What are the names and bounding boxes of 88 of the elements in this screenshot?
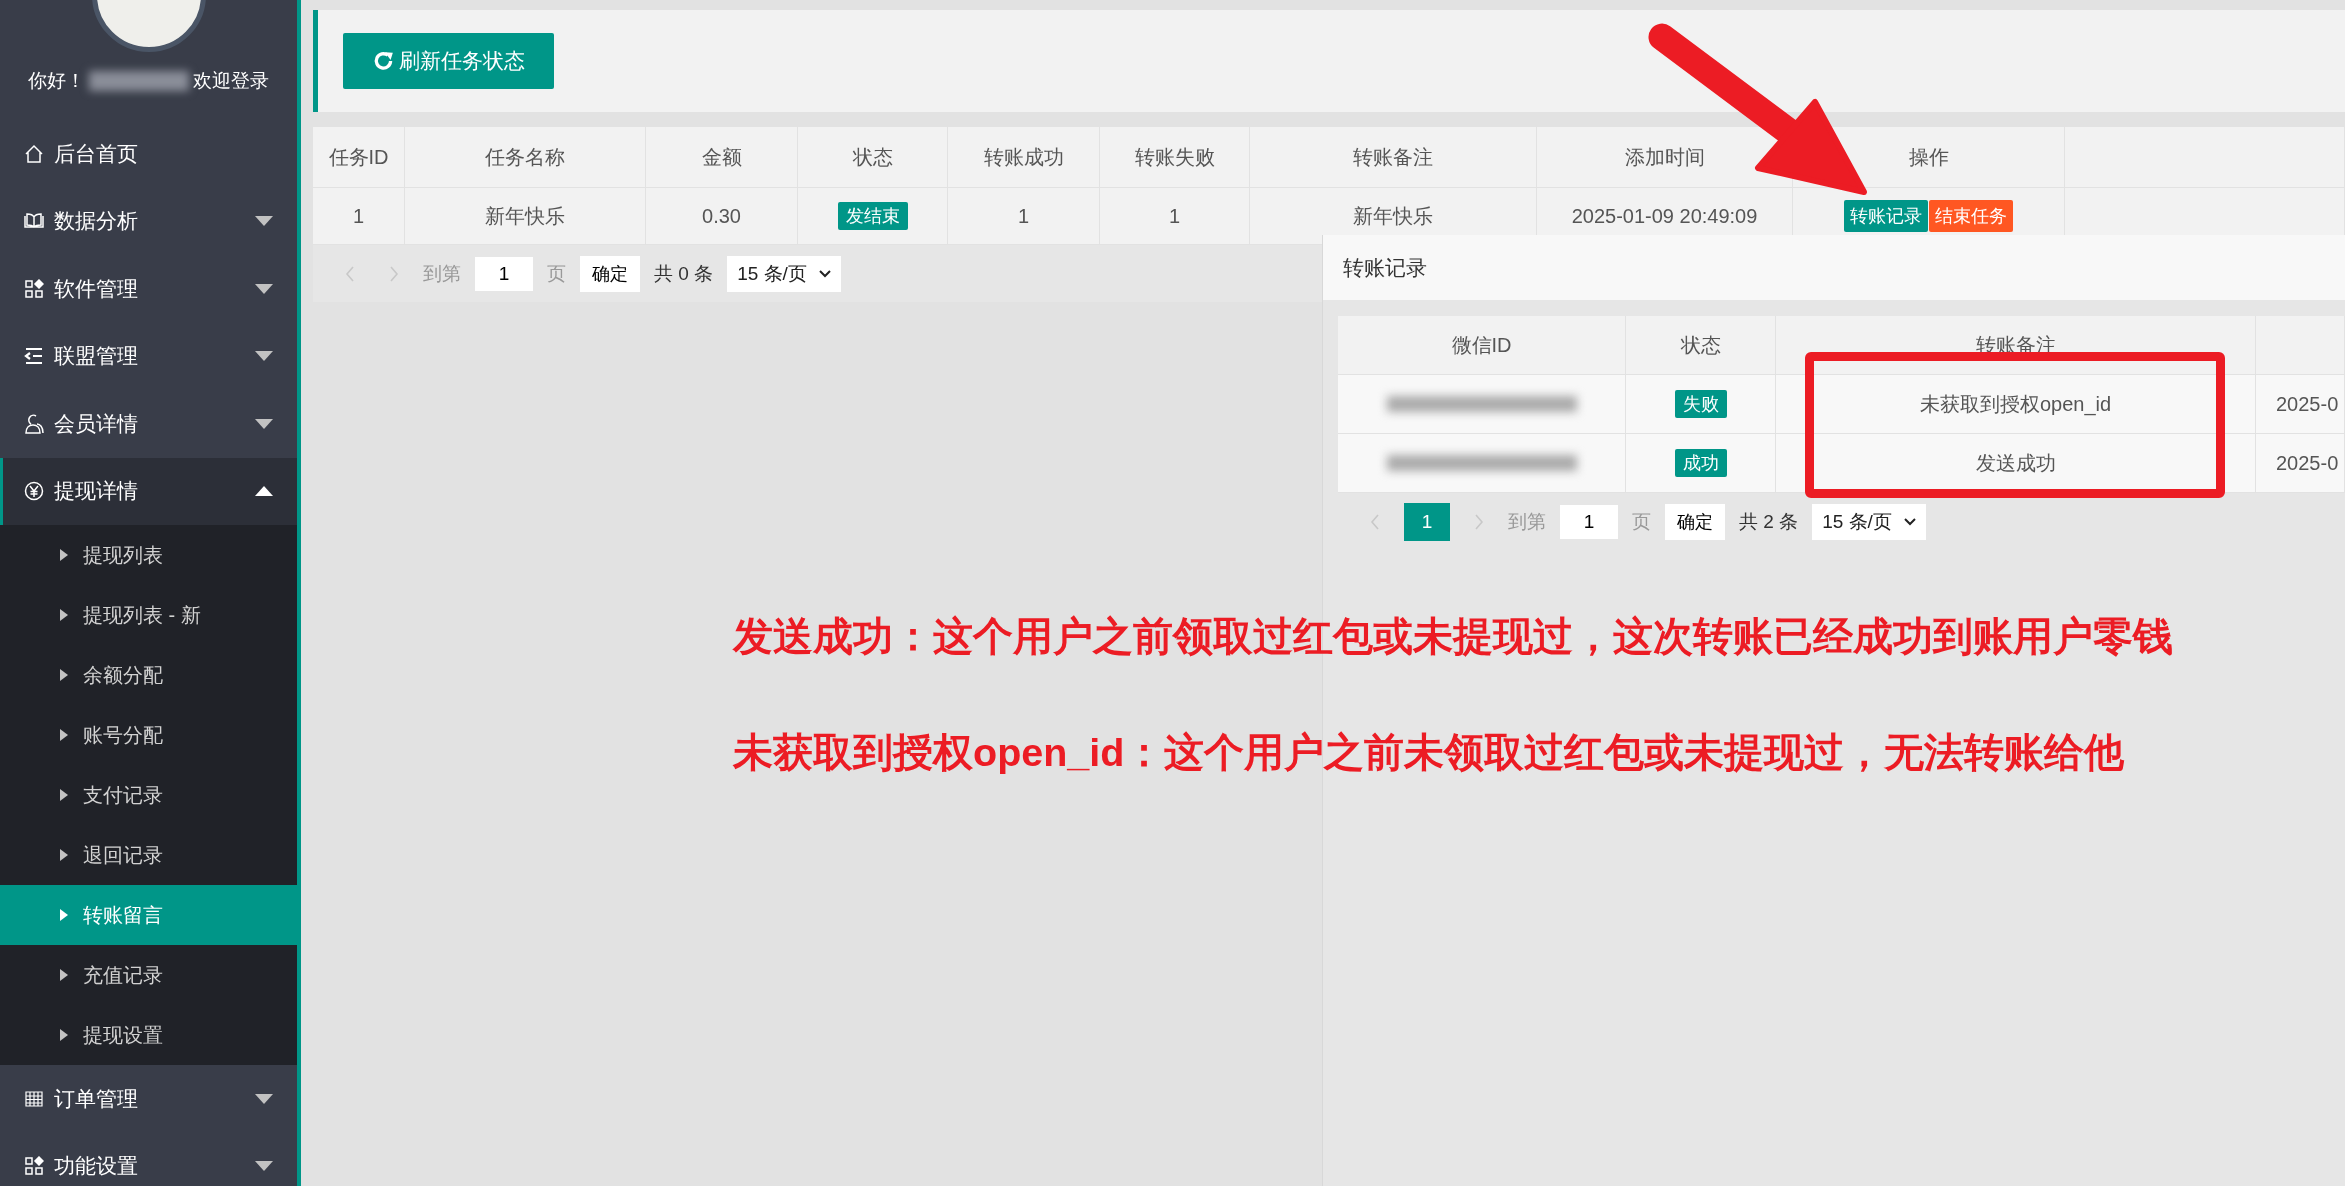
submenu-item[interactable]: 支付记录 — [0, 765, 297, 825]
submenu-item[interactable]: 提现列表 — [0, 525, 297, 585]
submenu-item[interactable]: 转账留言 — [0, 885, 297, 945]
dialog-title: 转账记录 — [1323, 235, 2345, 300]
table-cell: 1 — [1100, 188, 1250, 244]
sidebar-menu-item[interactable]: 软件管理 — [0, 255, 297, 323]
caret-down-icon — [255, 1093, 273, 1104]
sidebar-menu-item[interactable]: 功能设置 — [0, 1132, 297, 1186]
refresh-icon — [372, 50, 395, 72]
table-cell: 2025-0 — [2256, 375, 2345, 433]
status-badge: 成功 — [1674, 449, 1727, 477]
triangle-right-icon — [60, 849, 68, 861]
page-unit-label: 页 — [547, 261, 566, 286]
page-size-select[interactable]: 15 条/页 — [727, 255, 841, 292]
column-header: 任务名称 — [405, 127, 646, 187]
caret-down-icon — [255, 283, 273, 294]
annotation-text: 发送成功：这个用户之前领取过红包或未提现过，这次转账已经成功到账用户零钱 — [733, 613, 2173, 660]
caret-icon — [818, 269, 831, 278]
caret-down-icon — [255, 351, 273, 362]
chevron-left-icon[interactable] — [345, 265, 355, 282]
goto-label: 到第 — [1508, 509, 1546, 534]
caret-icon — [1903, 517, 1916, 526]
triangle-right-icon — [60, 789, 68, 801]
page-button[interactable]: 1 — [1404, 502, 1450, 541]
column-header: 转账备注 — [1250, 127, 1537, 187]
page-input[interactable]: 1 — [1560, 504, 1618, 539]
table-cell: 2025-0 — [2256, 434, 2345, 492]
column-header: 转账失败 — [1100, 127, 1250, 187]
welcome-text: 欢迎登录 — [193, 69, 269, 93]
page-unit-label: 页 — [1632, 509, 1651, 534]
yen-icon — [24, 481, 44, 502]
status-badge: 发结束 — [837, 202, 908, 230]
apps-icon — [24, 278, 44, 299]
sidebar-menu-item[interactable]: 联盟管理 — [0, 322, 297, 390]
page-input[interactable]: 1 — [475, 256, 533, 291]
chevron-left-icon[interactable] — [1370, 513, 1380, 530]
triangle-right-icon — [60, 1029, 68, 1041]
submenu-item[interactable]: 账号分配 — [0, 705, 297, 765]
triangle-right-icon — [60, 909, 68, 921]
page-size-select[interactable]: 15 条/页 — [1812, 503, 1926, 540]
grid-icon — [24, 1088, 44, 1109]
submenu-item[interactable]: 充值记录 — [0, 945, 297, 1005]
home-icon — [24, 143, 44, 164]
column-header: 任务ID — [313, 127, 405, 187]
caret-down-icon — [255, 216, 273, 227]
sidebar-menu-item[interactable]: 数据分析 — [0, 187, 297, 255]
total-count: 共 0 条 — [654, 261, 714, 286]
table-cell: 0.30 — [646, 188, 798, 244]
triangle-right-icon — [60, 549, 68, 561]
submenu-item[interactable]: 余额分配 — [0, 645, 297, 705]
column-header: 状态 — [798, 127, 948, 187]
triangle-right-icon — [60, 969, 68, 981]
sidebar-menu-item[interactable]: 订单管理 — [0, 1065, 297, 1133]
confirm-button[interactable]: 确定 — [580, 255, 640, 292]
column-header: 状态 — [1626, 316, 1776, 374]
sidebar-menu-item[interactable]: 后台首页 — [0, 120, 297, 188]
column-header: 转账成功 — [948, 127, 1100, 187]
table-cell: 1 — [313, 188, 405, 244]
table-cell: 未获取到授权open_id — [1776, 375, 2256, 433]
status-badge: 失败 — [1674, 390, 1727, 418]
submenu-item[interactable]: 提现列表 - 新 — [0, 585, 297, 645]
sidebar-menu-item[interactable]: 会员详情 — [0, 390, 297, 458]
table-cell: 发送成功 — [1776, 434, 2256, 492]
column-header: 微信ID — [1338, 316, 1626, 374]
chevron-right-icon[interactable] — [1474, 513, 1484, 530]
submenu-item[interactable]: 提现设置 — [0, 1005, 297, 1065]
goto-label: 到第 — [423, 261, 461, 286]
triangle-right-icon — [60, 729, 68, 741]
caret-down-icon — [255, 418, 273, 429]
column-header: 金额 — [646, 127, 798, 187]
table-cell: 1 — [948, 188, 1100, 244]
chevron-right-icon[interactable] — [389, 265, 399, 282]
triangle-right-icon — [60, 609, 68, 621]
caret-down-icon — [255, 1161, 273, 1172]
confirm-button[interactable]: 确定 — [1665, 503, 1725, 540]
sidebar-menu-item[interactable]: 提现详情 — [0, 457, 297, 525]
submenu-item[interactable]: 退回记录 — [0, 825, 297, 885]
caret-up-icon — [255, 486, 273, 497]
list-icon — [24, 346, 44, 367]
greeting-text: 你好！ — [28, 69, 85, 93]
refresh-button[interactable]: 刷新任务状态 — [343, 33, 554, 89]
table-cell: 新年快乐 — [405, 188, 646, 244]
user-icon — [24, 413, 44, 434]
apps-icon — [24, 1156, 44, 1177]
total-count: 共 2 条 — [1739, 509, 1799, 534]
triangle-right-icon — [60, 669, 68, 681]
action-button[interactable]: 转账记录 — [1844, 200, 1928, 232]
annotation-text: 未获取到授权open_id：这个用户之前未领取过红包或未提现过，无法转账给他 — [733, 729, 2126, 776]
